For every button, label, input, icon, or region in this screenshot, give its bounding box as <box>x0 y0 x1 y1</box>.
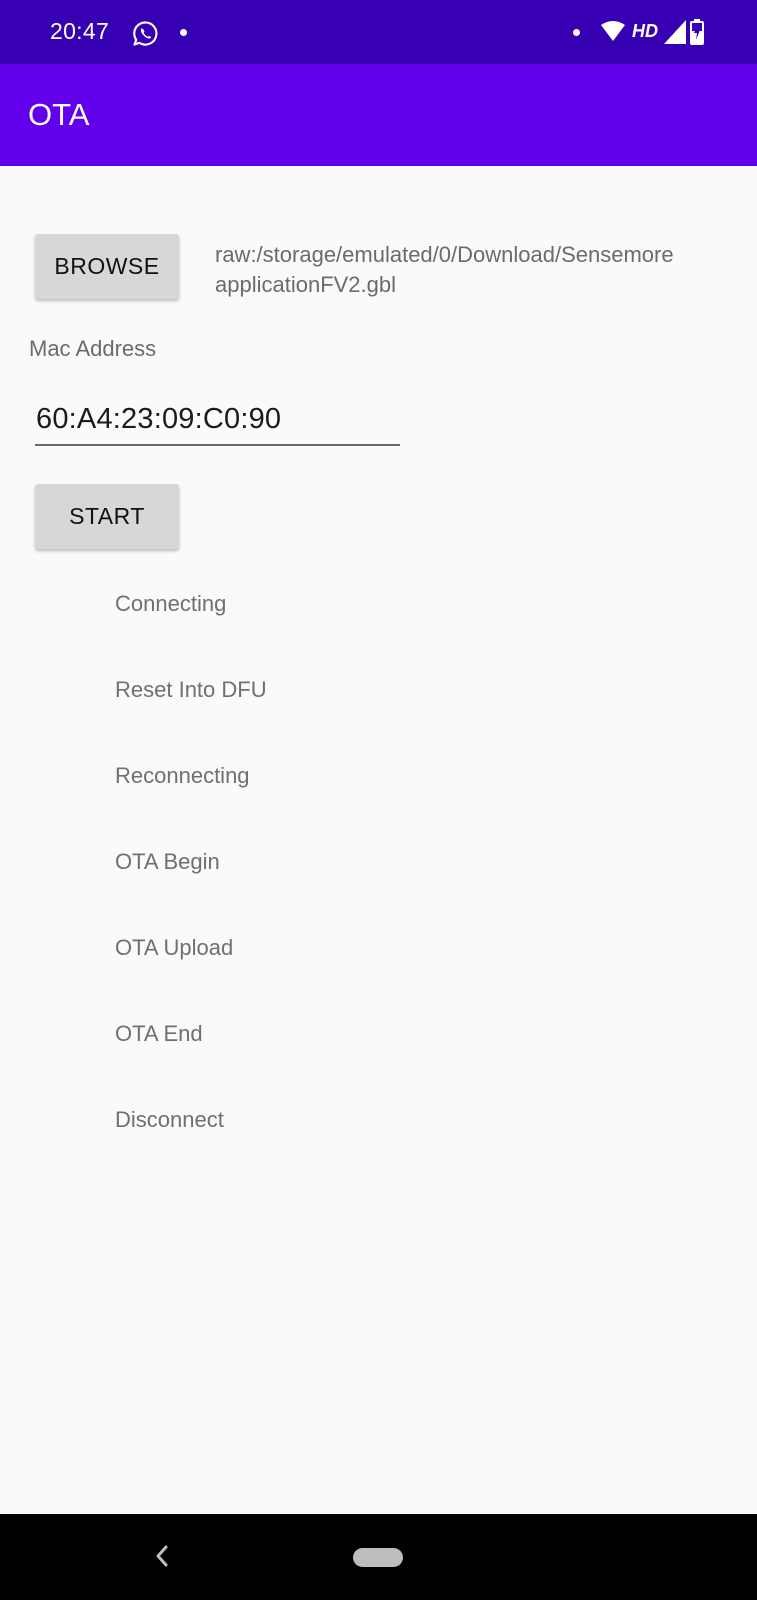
app-title: OTA <box>28 97 90 132</box>
signal-icon <box>664 20 686 44</box>
mac-address-field[interactable]: 60:A4:23:09:C0:90 <box>35 398 400 446</box>
step-ota-end: OTA End <box>115 1021 203 1046</box>
selected-file-path: raw:/storage/emulated/0/Download/Sensemo… <box>215 240 757 300</box>
app-bar: OTA <box>0 64 757 166</box>
notification-dot <box>180 29 187 36</box>
mac-address-value[interactable]: 60:A4:23:09:C0:90 <box>36 403 281 436</box>
mac-address-label: Mac Address <box>29 336 157 361</box>
step-ota-begin: OTA Begin <box>115 849 220 874</box>
file-path-line: applicationFV2.gbl <box>215 272 397 297</box>
network-type-label: HD <box>632 21 658 41</box>
browse-button[interactable]: BROWSE <box>35 234 179 299</box>
step-disconnect: Disconnect <box>115 1107 224 1132</box>
file-path-line: raw:/storage/emulated/0/Download/Sensemo… <box>215 242 674 267</box>
step-ota-upload: OTA Upload <box>115 935 234 960</box>
battery-icon <box>690 19 704 45</box>
step-reconnecting: Reconnecting <box>115 763 250 788</box>
back-icon[interactable] <box>154 1544 170 1568</box>
step-connecting: Connecting <box>115 591 227 616</box>
home-button[interactable] <box>353 1548 403 1567</box>
step-reset-into-dfu: Reset Into DFU <box>115 677 267 702</box>
navigation-bar <box>0 1514 757 1600</box>
start-button[interactable]: START <box>35 484 179 549</box>
wifi-icon <box>601 21 625 41</box>
notification-dot <box>573 29 580 36</box>
whatsapp-icon <box>133 21 158 46</box>
status-bar: 20:47 HD <box>0 0 757 64</box>
status-time: 20:47 <box>50 18 110 44</box>
